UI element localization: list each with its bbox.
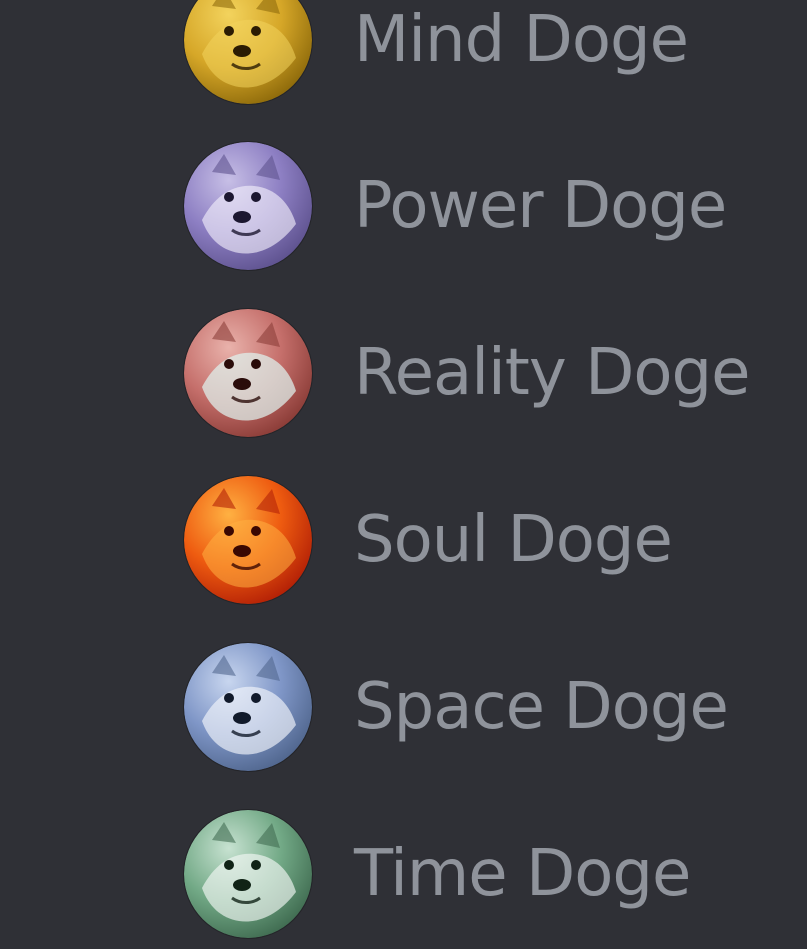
member-name: Mind Doge (354, 3, 689, 77)
member-item-soul-doge[interactable]: Soul Doge (150, 465, 790, 615)
member-item-reality-doge[interactable]: Reality Doge (150, 298, 790, 448)
member-list: Mind Doge Power Doge Reality Doge Soul D… (0, 0, 807, 938)
member-item-power-doge[interactable]: Power Doge (150, 131, 790, 281)
doge-avatar-icon (184, 0, 312, 104)
doge-avatar-icon (184, 476, 312, 604)
doge-avatar-icon (184, 643, 312, 771)
member-item-time-doge[interactable]: Time Doge (150, 799, 790, 949)
member-name: Time Doge (354, 837, 691, 911)
member-name: Reality Doge (354, 336, 750, 410)
member-name: Space Doge (354, 670, 729, 744)
member-name: Soul Doge (354, 503, 673, 577)
member-name: Power Doge (354, 169, 727, 243)
member-item-mind-doge[interactable]: Mind Doge (150, 0, 790, 115)
doge-avatar-icon (184, 309, 312, 437)
doge-avatar-icon (184, 142, 312, 270)
doge-avatar-icon (184, 810, 312, 938)
member-item-space-doge[interactable]: Space Doge (150, 632, 790, 782)
